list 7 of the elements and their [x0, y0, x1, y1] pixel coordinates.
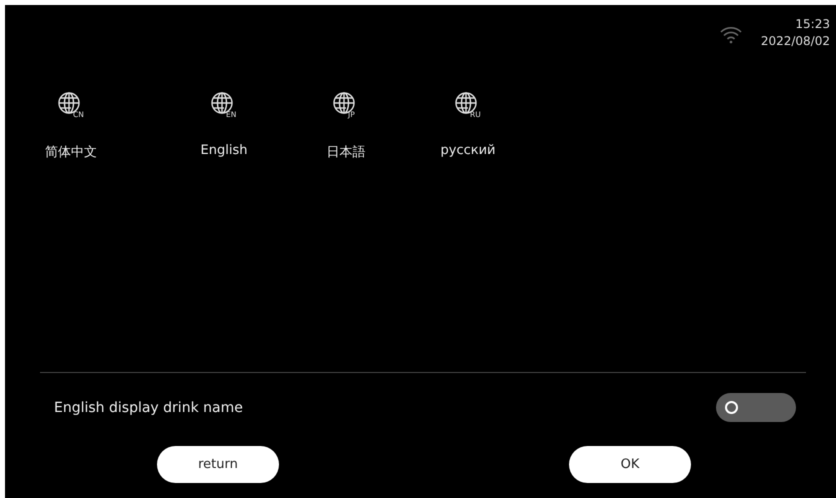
- time: 15:23: [795, 16, 830, 33]
- setting-label: English display drink name: [54, 400, 243, 416]
- toggle-switch[interactable]: [716, 393, 796, 422]
- date: 2022/08/02: [760, 33, 830, 50]
- action-button[interactable]: OK: [569, 446, 691, 483]
- action-button[interactable]: return: [157, 446, 279, 483]
- wifi-icon: [718, 25, 743, 45]
